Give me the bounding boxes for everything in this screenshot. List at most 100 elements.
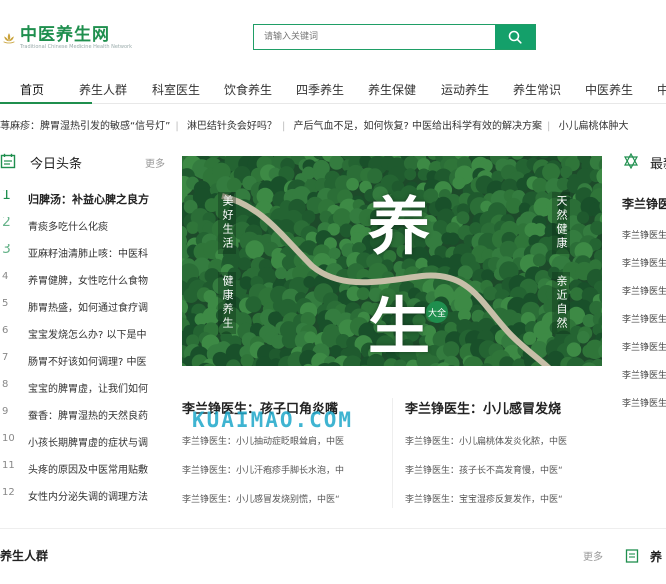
- tree-canopy: [577, 330, 590, 344]
- headline-rank: 5: [2, 298, 9, 309]
- headline-item[interactable]: 7 肠胃不好该如何调理? 中医: [0, 352, 165, 370]
- tree-canopy: [183, 287, 199, 303]
- tree-canopy: [505, 197, 522, 214]
- ticker-item[interactable]: 产后气血不足，如何恢复? 中医给出科学有效的解决方案: [294, 121, 543, 132]
- headline-item[interactable]: 9 蚕香：脾胃湿热的天然良药: [0, 406, 165, 424]
- hero-left-text-2: 健康养生: [218, 272, 236, 334]
- nav-item-seasons[interactable]: 四季养生: [296, 81, 344, 98]
- headline-text: 肺胃热盛，如何通过食疗调: [28, 303, 148, 314]
- search-input[interactable]: [254, 25, 495, 49]
- search-icon: [508, 30, 522, 44]
- headline-text: 蚕香：脾胃湿热的天然良药: [28, 411, 148, 422]
- bottom-right-title: 养: [650, 550, 663, 564]
- hero-banner[interactable]: 养 生 美好生活 健康养生 天然健康 亲近自然: [182, 156, 602, 366]
- nav-item-more[interactable]: 中: [657, 81, 666, 98]
- tree-canopy: [446, 232, 460, 246]
- main-nav: 首页 养生人群 科室医生 饮食养生 四季养生 养生保健 运动养生 养生常识 中医…: [0, 76, 666, 104]
- article-link[interactable]: 李兰铮医生：小儿扁桃体发炎化脓，中医: [405, 434, 567, 447]
- tree-canopy: [576, 211, 590, 224]
- hero-badge: 大全: [426, 301, 448, 323]
- latest-panel: 最新 李兰铮医 李兰铮医生李兰铮医生李兰铮医生李兰铮医生李兰铮医生李兰铮医生李兰…: [620, 150, 666, 560]
- headline-item[interactable]: 1 归脾汤：补益心脾之良方: [0, 190, 165, 208]
- headline-item[interactable]: 12 女性内分泌失调的调理方法: [0, 487, 165, 505]
- article-link[interactable]: 李兰铮医生：小儿感冒发烧别慌，中医“: [182, 492, 340, 505]
- headline-rank: 6: [2, 325, 9, 336]
- headlines-header: 今日头条 更多: [0, 150, 165, 174]
- section-divider: [0, 528, 666, 529]
- site-logo[interactable]: 中医养生网 Traditional Chinese Medicine Healt…: [2, 22, 132, 54]
- tree-canopy: [456, 211, 470, 225]
- tree-canopy: [302, 166, 316, 180]
- tree-canopy: [533, 223, 547, 237]
- headline-item[interactable]: 11 头疼的原因及中医常用贴敷: [0, 460, 165, 478]
- section-title-groups: 养生人群: [0, 549, 49, 563]
- latest-title: 最新: [650, 157, 666, 172]
- latest-item[interactable]: 李兰铮医生: [622, 284, 666, 297]
- search-button[interactable]: [495, 25, 535, 49]
- tree-canopy: [443, 341, 460, 358]
- latest-item[interactable]: 李兰铮医生: [622, 396, 666, 409]
- ticker-item[interactable]: 淋巴结针灸会好吗？: [187, 121, 277, 132]
- headline-text: 宝宝发烧怎么办? 以下是中: [28, 330, 147, 341]
- news-ticker: 荨麻疹：脾胃湿热引发的敏感“信号灯” | 淋巴结针灸会好吗？ | 产后气血不足，如何…: [0, 121, 629, 132]
- nav-active-indicator: [0, 102, 92, 104]
- hero-right-text-1: 天然健康: [552, 192, 570, 254]
- nav-item-doctors[interactable]: 科室医生: [152, 81, 200, 98]
- latest-featured[interactable]: 李兰铮医: [622, 195, 666, 212]
- article-link[interactable]: 李兰铮医生：小儿抽动症眨眼耸肩，中医: [182, 434, 344, 447]
- latest-item[interactable]: 李兰铮医生: [622, 312, 666, 325]
- article-link[interactable]: 李兰铮医生：宝宝湿疹反复发作，中医“: [405, 492, 563, 505]
- headline-text: 肠胃不好该如何调理? 中医: [28, 357, 147, 368]
- ticker-item[interactable]: 小儿扁桃体肿大: [559, 121, 629, 132]
- latest-item[interactable]: 李兰铮医生: [622, 256, 666, 269]
- headlines-more-link[interactable]: 更多: [145, 155, 165, 170]
- nav-item-home[interactable]: 首页: [20, 81, 44, 98]
- tree-canopy: [186, 221, 199, 234]
- latest-item[interactable]: 李兰铮医生: [622, 340, 666, 353]
- headline-item[interactable]: 8 宝宝的脾胃虚，让我们如何: [0, 379, 165, 397]
- tree-canopy: [532, 177, 548, 194]
- headline-text: 亚麻籽油清肺止咳：中医科: [28, 249, 148, 260]
- headline-item[interactable]: 5 肺胃热盛，如何通过食疗调: [0, 298, 165, 316]
- nav-item-tcm[interactable]: 中医养生: [585, 81, 633, 98]
- headline-rank: 3: [2, 244, 11, 257]
- watermark-text: KUAIMAO.COM: [192, 408, 354, 432]
- latest-item[interactable]: 李兰铮医生: [622, 228, 666, 241]
- ticker-item[interactable]: 荨麻疹：脾胃湿热引发的敏感“信号灯”: [0, 121, 170, 132]
- headline-text: 青痰多吃什么化痰: [28, 222, 108, 233]
- tree-canopy: [566, 342, 582, 357]
- tree-canopy: [532, 253, 546, 267]
- headlines-title: 今日头条: [30, 157, 83, 172]
- headline-rank: 1: [2, 190, 11, 203]
- nav-item-exercise[interactable]: 运动养生: [441, 81, 489, 98]
- nav-item-groups[interactable]: 养生人群: [79, 81, 127, 98]
- headline-item[interactable]: 2 青痰多吃什么化痰: [0, 217, 165, 235]
- lotus-logo-icon: [3, 33, 15, 44]
- headline-rank: 4: [2, 271, 9, 282]
- column-divider: [392, 398, 393, 508]
- headline-rank: 12: [2, 487, 15, 498]
- article-title[interactable]: 李兰铮医生：小儿感冒发烧: [405, 398, 561, 417]
- tree-canopy: [245, 240, 264, 259]
- headline-text: 归脾汤：补益心脾之良方: [28, 193, 149, 206]
- hero-left-text-1: 美好生活: [218, 192, 236, 254]
- article-column-right: 李兰铮医生：小儿感冒发烧 李兰铮医生：小儿扁桃体发炎化脓，中医 李兰铮医生：孩子…: [405, 398, 620, 513]
- article-link[interactable]: 李兰铮医生：小儿汗疱疹手脚长水泡，中: [182, 463, 344, 476]
- latest-item[interactable]: 李兰铮医生: [622, 368, 666, 381]
- tree-canopy: [570, 287, 584, 301]
- nav-item-knowledge[interactable]: 养生常识: [513, 81, 561, 98]
- article-link[interactable]: 李兰铮医生：孩子长不高发育慢，中医“: [405, 463, 563, 476]
- headline-text: 宝宝的脾胃虚，让我们如何: [28, 384, 148, 395]
- headline-item[interactable]: 4 养胃健脾，女性吃什么食物: [0, 271, 165, 289]
- tree-canopy: [452, 176, 466, 190]
- headline-rank: 10: [2, 433, 15, 444]
- section-more-link[interactable]: 更多: [583, 548, 603, 563]
- nav-item-diet[interactable]: 饮食养生: [224, 81, 272, 98]
- headline-item[interactable]: 10 小孩长期脾胃虚的症状与调: [0, 433, 165, 451]
- headline-item[interactable]: 6 宝宝发烧怎么办? 以下是中: [0, 325, 165, 343]
- nav-item-care[interactable]: 养生保健: [368, 81, 416, 98]
- headline-text: 小孩长期脾胃虚的症状与调: [28, 438, 148, 449]
- hero-char-sheng: 生: [368, 290, 431, 363]
- headline-item[interactable]: 3 亚麻籽油清肺止咳：中医科: [0, 244, 165, 262]
- document-icon: [625, 549, 639, 563]
